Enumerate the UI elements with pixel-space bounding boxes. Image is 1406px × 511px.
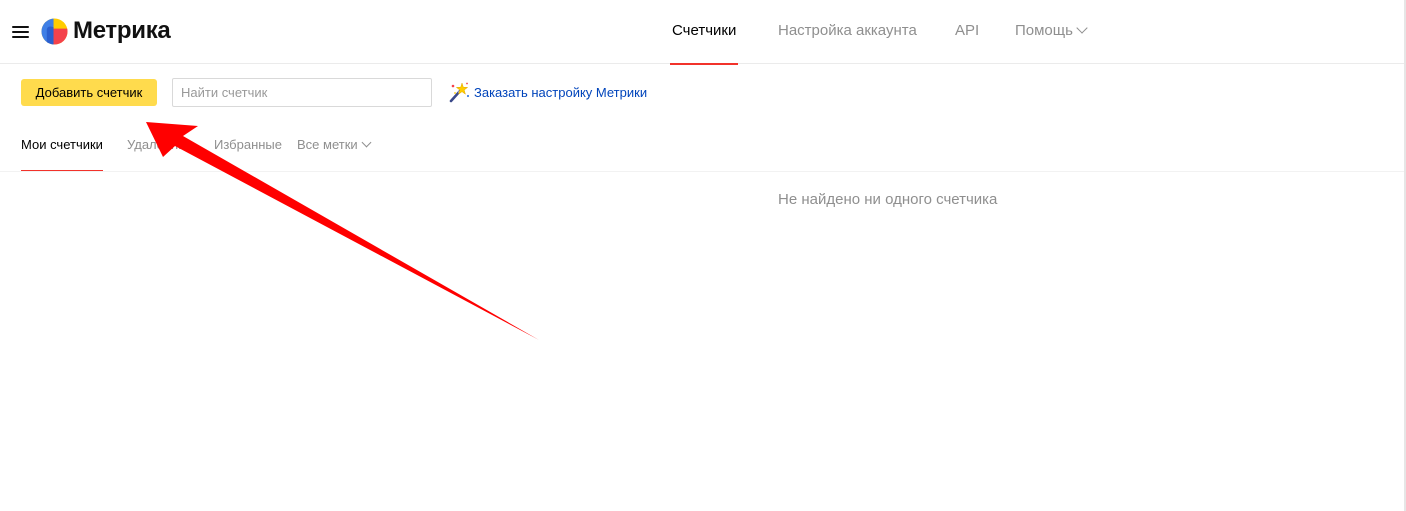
tab-deleted[interactable]: Удаленные [127, 124, 195, 172]
logo-text: Метрика [73, 17, 171, 44]
tab-my-counters[interactable]: Мои счетчики [21, 124, 103, 172]
header: Метрика Счетчики Настройка аккаунта API … [0, 0, 1404, 65]
nav-api-label: API [955, 22, 980, 39]
tab-favorites-label: Избранные [214, 137, 282, 152]
order-setup-label: Заказать настройку Метрики [474, 84, 648, 100]
tab-my-counters-label: Мои счетчики [21, 137, 103, 152]
nav-counters[interactable]: Счетчики [669, 0, 739, 65]
page: Метрика Счетчики Настройка аккаунта API … [0, 0, 1406, 511]
metrika-logo-icon [41, 17, 68, 45]
empty-state: Не найдено ни одного счетчика [0, 191, 1404, 215]
chevron-down-icon [1076, 22, 1088, 34]
nav-account-settings[interactable]: Настройка аккаунта [778, 0, 917, 64]
chevron-down-icon [361, 137, 372, 148]
nav-account-settings-label: Настройка аккаунта [778, 22, 917, 39]
add-counter-button[interactable]: Добавить счетчик [21, 79, 157, 106]
tab-all-tags[interactable]: Все метки [297, 124, 372, 172]
tabs-divider [0, 171, 1404, 172]
nav-api[interactable]: API [955, 0, 979, 64]
tab-favorites[interactable]: Избранные [214, 124, 282, 172]
nav-counters-label: Счетчики [672, 22, 737, 39]
tab-deleted-label: Удаленные [127, 137, 195, 152]
search-counter-input[interactable] [172, 78, 432, 107]
nav-help[interactable]: Помощь [1015, 0, 1088, 64]
menu-icon[interactable] [12, 24, 30, 40]
logo[interactable]: Метрика [41, 17, 171, 45]
tab-all-tags-label: Все метки [297, 137, 358, 152]
annotation-arrow [146, 122, 539, 340]
magic-wand-icon [449, 82, 470, 103]
empty-message: Не найдено ни одного счетчика [778, 191, 998, 208]
order-setup-link[interactable]: Заказать настройку Метрики [448, 81, 647, 103]
nav-help-label: Помощь [1015, 22, 1073, 39]
